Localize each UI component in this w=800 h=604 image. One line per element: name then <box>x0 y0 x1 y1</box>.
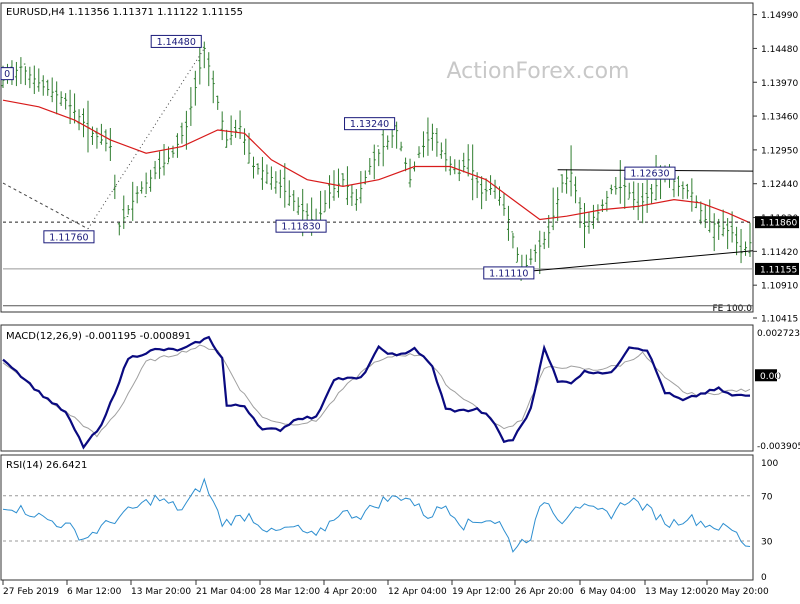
price-annotation-label: 1.12630 <box>630 169 669 180</box>
chart-header-symbol: EURUSD,H4 <box>6 7 65 18</box>
price-axis-label: 1.14990 <box>761 11 798 21</box>
price-axis-label: 1.14480 <box>761 45 798 55</box>
price-axis-label: 1.10415 <box>761 315 798 325</box>
x-axis-label: 27 Feb 2019 <box>3 587 59 597</box>
price-annotation-label: 1.11760 <box>49 232 88 243</box>
x-axis-label: 6 May 04:00 <box>580 587 636 597</box>
x-axis-label: 12 Apr 04:00 <box>388 587 447 597</box>
x-axis-label: 6 Mar 12:00 <box>67 587 122 597</box>
price-axis-label: 1.12440 <box>761 180 798 190</box>
x-axis-label: 26 Apr 20:00 <box>515 587 574 597</box>
macd-axis-label: 0.002723 <box>757 329 800 339</box>
price-annotation-label: 1.14480 <box>157 37 196 48</box>
x-axis-label: 13 Mar 20:00 <box>131 587 191 597</box>
x-axis-label: 13 May 12:00 <box>645 587 707 597</box>
price-annotation-label: 1.11830 <box>281 222 320 233</box>
x-axis-label: 20 May 20:00 <box>707 587 769 597</box>
price-marker-label: 1.11860 <box>760 219 797 229</box>
price-marker-label: 1.11155 <box>760 265 797 275</box>
rsi-title: RSI(14) 26.6421 <box>6 460 87 471</box>
rsi-axis-label: 70 <box>761 492 773 502</box>
x-axis-label: 21 Mar 04:00 <box>196 587 256 597</box>
x-axis-label: 19 Apr 12:00 <box>452 587 511 597</box>
macd-marker-label: 0.00 <box>760 372 780 382</box>
x-axis-label: 28 Mar 12:00 <box>260 587 320 597</box>
chart-window: ActionForex.com EURUSD,H4 1.11356 1.1137… <box>0 0 800 600</box>
rsi-axis-label: 0 <box>761 573 767 583</box>
price-annotation-label: 1.13240 <box>350 119 389 130</box>
price-axis-label: 1.11420 <box>761 248 798 258</box>
rsi-axis-label: 100 <box>761 459 778 469</box>
x-axis-label: 4 Apr 20:00 <box>324 587 377 597</box>
macd-title: MACD(12,26,9) -0.001195 -0.000891 <box>6 331 191 342</box>
price-axis-label: 1.13460 <box>761 113 798 123</box>
price-axis-label: 1.13970 <box>761 79 798 89</box>
price-axis-label: 1.12950 <box>761 146 798 156</box>
price-annotation-label: 0 <box>4 69 10 80</box>
price-axis-label: 1.10910 <box>761 282 798 292</box>
macd-axis-label: -0.003905 <box>757 442 800 452</box>
price-annotation-label: 1.11110 <box>489 268 528 279</box>
watermark: ActionForex.com <box>447 59 630 84</box>
rsi-axis-label: 30 <box>761 538 773 548</box>
chart-canvas: ActionForex.com EURUSD,H4 1.11356 1.1137… <box>0 0 800 600</box>
chart-header-ohlc: 1.11356 1.11371 1.11122 1.11155 <box>68 7 243 18</box>
